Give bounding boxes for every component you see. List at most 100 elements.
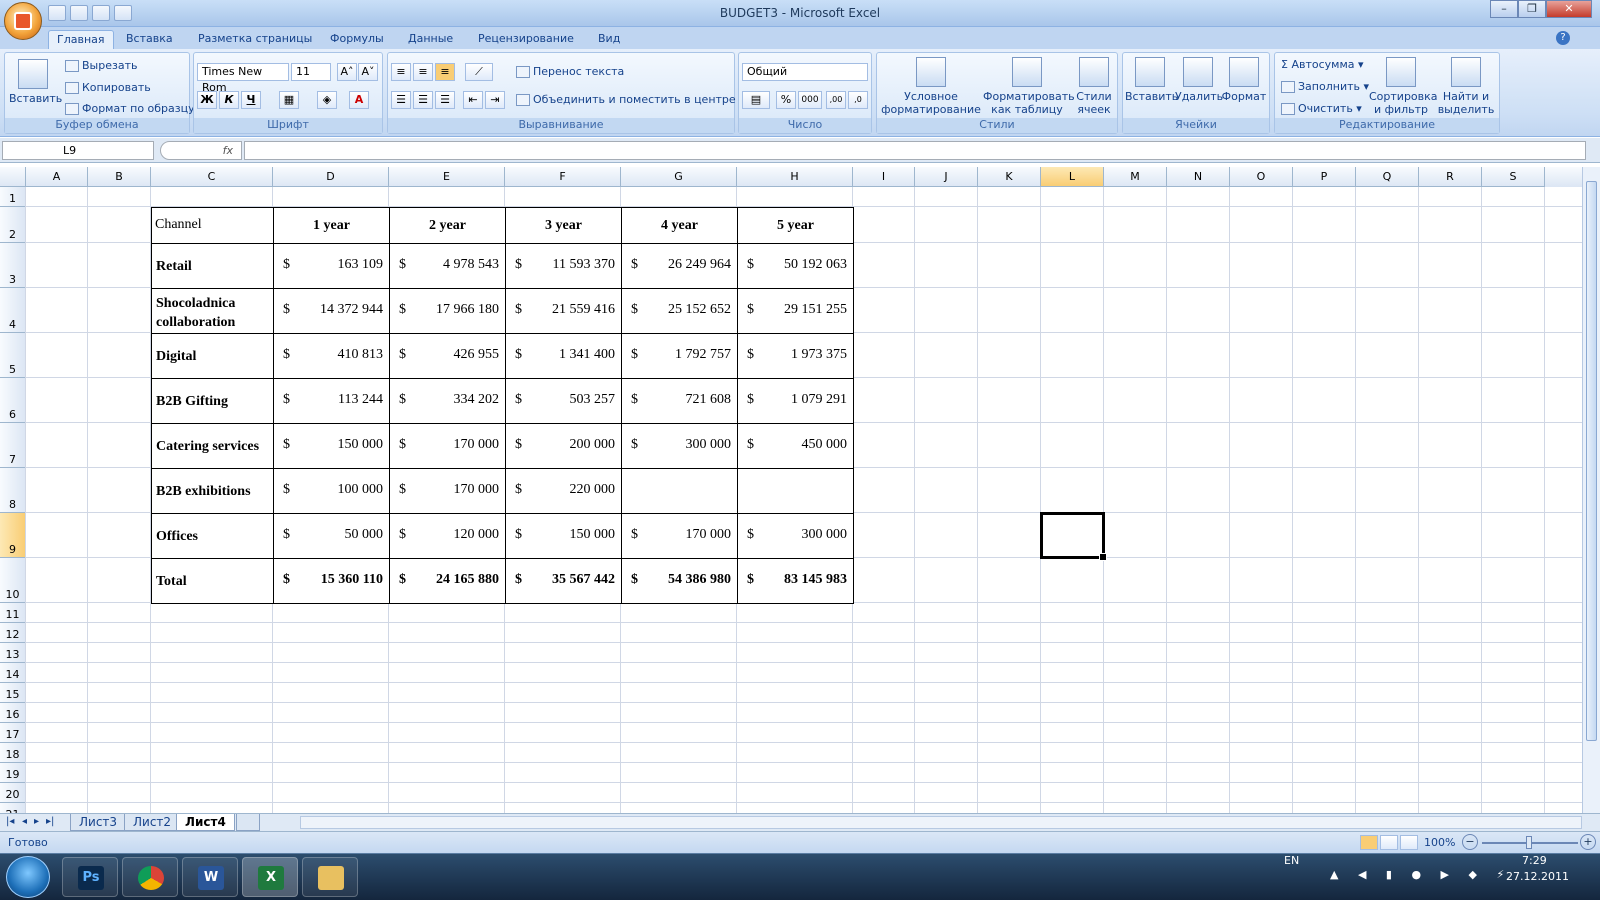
grow-font-button[interactable]: A˄ [337,63,357,81]
excel-taskbar-icon[interactable]: X [242,857,298,897]
clear-button[interactable]: Очистить ▾ [1281,102,1362,115]
page-break-view-icon[interactable] [1400,835,1418,850]
row-header-17[interactable]: 17 [0,723,26,743]
row-header-13[interactable]: 13 [0,643,26,663]
row-header-19[interactable]: 19 [0,763,26,783]
sheet-nav-last[interactable]: ▸| [46,816,54,827]
column-header-s[interactable]: S [1482,167,1545,187]
row-header-20[interactable]: 20 [0,783,26,803]
column-header-g[interactable]: G [621,167,737,187]
row-header-7[interactable]: 7 [0,423,26,468]
explorer-taskbar-icon[interactable] [302,857,358,897]
autosum-button[interactable]: Σ Автосумма ▾ [1281,58,1364,71]
row-header-18[interactable]: 18 [0,743,26,763]
tab-formulas[interactable]: Формулы [322,30,392,49]
sheet-nav-prev[interactable]: ◂ [22,816,27,827]
column-header-m[interactable]: M [1104,167,1167,187]
column-header-j[interactable]: J [915,167,978,187]
row-header-8[interactable]: 8 [0,468,26,513]
percent-button[interactable]: % [776,91,796,109]
zoom-slider-thumb[interactable] [1526,836,1532,849]
tab-review[interactable]: Рецензирование [470,30,582,49]
row-header-6[interactable]: 6 [0,378,26,423]
increase-indent-button[interactable]: ⇥ [485,91,505,109]
underline-button[interactable]: Ч [241,91,261,109]
column-header-c[interactable]: C [151,167,273,187]
column-header-p[interactable]: P [1293,167,1356,187]
insert-sheet-icon[interactable] [236,814,260,831]
delete-cells-button[interactable]: Удалить [1175,57,1223,103]
zoom-level[interactable]: 100% [1424,836,1455,849]
decrease-indent-button[interactable]: ⇤ [463,91,483,109]
tab-page-layout[interactable]: Разметка страницы [190,30,320,49]
column-header-b[interactable]: B [88,167,151,187]
cell-styles-button[interactable]: Стили ячеек [1071,57,1117,116]
formula-input[interactable] [244,141,1586,160]
decrease-decimal-button[interactable]: ,0 [848,91,868,109]
sheet-nav-first[interactable]: |◂ [6,816,14,827]
tab-insert[interactable]: Вставка [118,30,181,49]
clock-date[interactable]: 27.12.2011 [1506,870,1569,883]
bold-button[interactable]: Ж [197,91,217,109]
font-size-select[interactable]: 11 [291,63,331,81]
sort-filter-button[interactable]: Сортировка и фильтр [1369,57,1438,116]
column-header-i[interactable]: I [853,167,915,187]
find-select-button[interactable]: Найти и выделить [1435,57,1497,116]
font-name-select[interactable]: Times New Rom [197,63,289,94]
help-icon[interactable]: ? [1556,31,1570,45]
align-center-button[interactable]: ☰ [413,91,433,109]
increase-decimal-button[interactable]: ,00 [826,91,846,109]
row-header-21[interactable]: 21 [0,803,26,813]
row-header-15[interactable]: 15 [0,683,26,703]
row-header-11[interactable]: 11 [0,603,26,623]
vertical-scroll-thumb[interactable] [1586,181,1597,741]
fill-button[interactable]: Заполнить ▾ [1281,80,1369,93]
word-taskbar-icon[interactable]: W [182,857,238,897]
maximize-button[interactable]: ❐ [1518,0,1546,18]
row-header-2[interactable]: 2 [0,207,26,243]
cut-button[interactable]: Вырезать [65,59,137,72]
column-header-h[interactable]: H [737,167,853,187]
tray-icons[interactable]: ▲ ◀ ▮ ● ▶ ◆ ⚡ [1330,868,1512,881]
column-header-e[interactable]: E [389,167,505,187]
borders-button[interactable]: ▦ [279,91,299,109]
copy-button[interactable]: Копировать [65,81,151,94]
clock-time[interactable]: 7:29 [1522,854,1547,867]
column-header-o[interactable]: O [1230,167,1293,187]
align-left-button[interactable]: ☰ [391,91,411,109]
column-header-d[interactable]: D [273,167,389,187]
row-header-12[interactable]: 12 [0,623,26,643]
vertical-scrollbar[interactable] [1582,167,1600,813]
chrome-taskbar-icon[interactable] [122,857,178,897]
sheet-tab-list3[interactable]: Лист3 [70,814,127,831]
select-all-corner[interactable] [0,167,26,187]
column-header-r[interactable]: R [1419,167,1482,187]
photoshop-taskbar-icon[interactable]: Ps [62,857,118,897]
font-color-button[interactable]: А [349,91,369,109]
column-header-l[interactable]: L [1041,167,1104,187]
column-header-f[interactable]: F [505,167,621,187]
row-header-5[interactable]: 5 [0,333,26,378]
row-header-16[interactable]: 16 [0,703,26,723]
office-button[interactable] [4,2,42,40]
sheet-tab-list4[interactable]: Лист4 [176,814,235,831]
format-as-table-button[interactable]: Форматировать как таблицу [983,57,1075,116]
paste-button[interactable]: Вставить [9,59,62,105]
horizontal-scrollbar[interactable] [300,816,1582,829]
sheet-tab-list2[interactable]: Лист2 [124,814,181,831]
fill-color-button[interactable]: ◈ [317,91,337,109]
align-top-button[interactable]: ≡ [391,63,411,81]
column-header-q[interactable]: Q [1356,167,1419,187]
column-header-a[interactable]: A [26,167,88,187]
thousands-button[interactable]: 000 [798,91,822,109]
zoom-in-icon[interactable]: + [1580,834,1596,850]
row-header-14[interactable]: 14 [0,663,26,683]
column-header-n[interactable]: N [1167,167,1230,187]
currency-format-button[interactable]: ▤ [742,91,770,109]
align-middle-button[interactable]: ≡ [413,63,433,81]
row-header-4[interactable]: 4 [0,288,26,333]
column-header-k[interactable]: K [978,167,1041,187]
number-format-select[interactable]: Общий [742,63,868,81]
row-header-9[interactable]: 9 [0,513,26,558]
orientation-button[interactable]: ⟋ [465,63,493,81]
